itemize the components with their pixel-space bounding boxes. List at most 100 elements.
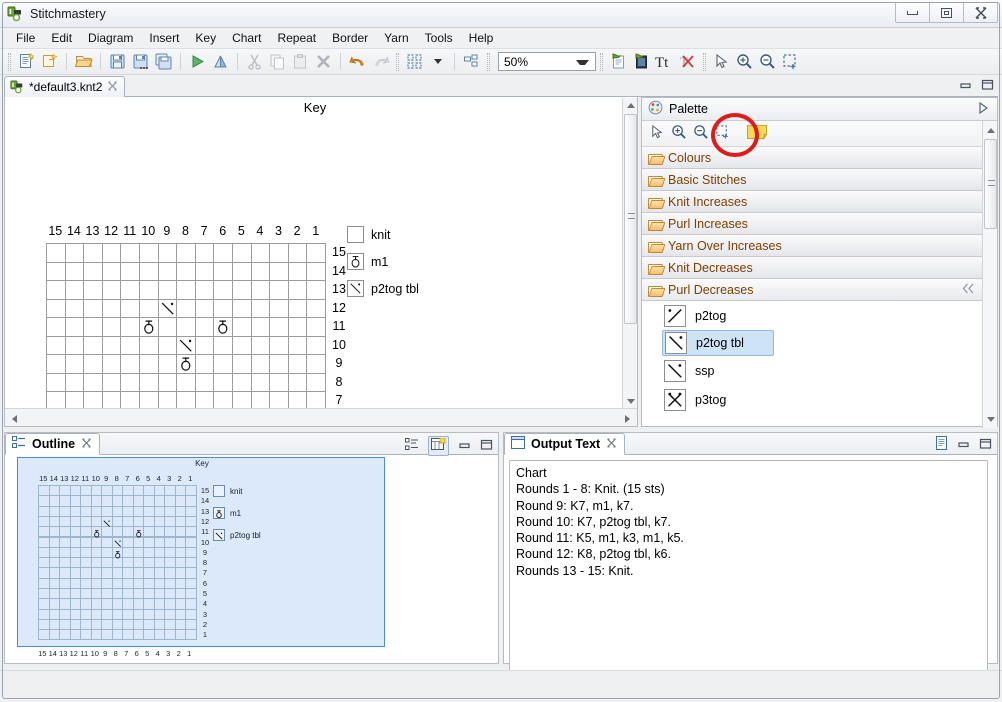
stitch-cell[interactable] [158,243,178,263]
delete-icon[interactable] [313,51,334,72]
menu-item-help[interactable]: Help [461,29,502,47]
tree-view-icon[interactable] [405,438,419,454]
stitch-cell[interactable] [251,262,271,282]
stitch-cell[interactable] [46,336,66,356]
palette-drawer-basic-stitches[interactable]: Basic Stitches [642,169,997,191]
stitch-cell[interactable] [269,336,289,356]
stitch-cell[interactable] [269,262,289,282]
menu-item-chart[interactable]: Chart [224,29,269,47]
scroll-left-icon[interactable] [7,412,21,425]
stitch-cell[interactable] [288,317,308,337]
stitch-cell[interactable] [232,243,252,263]
scroll-up-icon[interactable] [983,123,998,137]
palette-drawer-purl-increases[interactable]: Purl Increases [642,213,997,235]
stitch-cell[interactable] [102,317,122,337]
open-folder-icon[interactable] [73,51,94,72]
stitch-cell[interactable] [158,280,178,300]
scroll-down-icon[interactable] [623,394,638,408]
stitch-cell[interactable] [120,317,140,337]
toolbar-grip[interactable] [487,53,490,71]
run-icon[interactable] [187,51,208,72]
stitch-cell[interactable] [195,243,215,263]
stitch-cell[interactable] [102,262,122,282]
stitch-cell[interactable] [251,317,271,337]
stitch-cell[interactable] [120,262,140,282]
stitch-cell[interactable] [120,280,140,300]
stitch-cell[interactable] [288,336,308,356]
stitch-cell[interactable] [195,262,215,282]
undo-icon[interactable] [347,51,368,72]
stitch-cell[interactable] [213,243,233,263]
minimize-icon[interactable] [957,438,970,452]
stitch-cell[interactable] [120,243,140,263]
stitch-cell[interactable] [83,262,103,282]
stitch-cell[interactable] [102,280,122,300]
palette-entry-ssp[interactable]: ssp [642,356,997,385]
minimize-icon[interactable] [458,439,471,453]
toolbar-grip[interactable] [396,53,399,71]
stitch-cell[interactable] [102,373,122,393]
chart-editor-canvas[interactable]: Key 151413121110987654321151413121110987… [4,97,638,427]
stitch-cell[interactable] [46,317,66,337]
stitch-cell[interactable] [65,299,85,319]
stitch-cell[interactable] [65,336,85,356]
palette-entry-p2tog-tbl[interactable]: p2tog tbl [662,330,774,356]
stitch-cell[interactable] [195,354,215,374]
zoom-in-icon[interactable] [734,51,755,72]
close-button[interactable] [963,2,998,23]
minimize-icon[interactable] [959,79,972,93]
copy-icon[interactable] [267,51,288,72]
editor-tab-default3[interactable]: *default3.knt2 [4,76,125,97]
stitch-cell[interactable] [158,354,178,374]
scroll-up-icon[interactable] [623,98,638,112]
scrollbar-thumb[interactable] [984,139,997,229]
chart-view-icon[interactable] [428,436,449,456]
stitch-cell[interactable] [120,373,140,393]
layout-icon[interactable] [404,51,425,72]
stitch-cell[interactable] [46,373,66,393]
maximize-icon[interactable] [480,439,493,453]
new-document-icon[interactable] [16,51,37,72]
stitch-cell[interactable] [195,280,215,300]
stitch-symbol-p2tog-tbl[interactable] [177,337,196,356]
menu-item-insert[interactable]: Insert [141,29,187,47]
palette-drawer-yarn-over-increases[interactable]: Yarn Over Increases [642,235,997,257]
save-icon[interactable] [107,51,128,72]
editor-horizontal-scrollbar[interactable] [5,408,637,426]
stitch-cell[interactable] [195,336,215,356]
stitch-cell[interactable] [176,317,196,337]
chevron-down-icon[interactable] [576,60,589,65]
stitch-cell[interactable] [251,280,271,300]
stitch-cell[interactable] [195,299,215,319]
stitch-cell[interactable] [158,262,178,282]
stitch-cell[interactable] [232,336,252,356]
stitch-cell[interactable] [251,299,271,319]
stitch-cell[interactable] [288,299,308,319]
stitch-cell[interactable] [139,299,159,319]
stitch-cell[interactable] [306,243,326,263]
close-icon[interactable] [81,437,92,451]
stitch-cell[interactable] [269,373,289,393]
toolbar-grip[interactable] [8,53,11,71]
maximize-icon[interactable] [979,438,992,452]
stitch-cell[interactable] [288,243,308,263]
stitch-cell[interactable] [195,373,215,393]
tab-outline[interactable]: Outline [5,433,100,455]
toolbar-grip[interactable] [703,53,706,71]
stitch-cell[interactable] [102,354,122,374]
stitch-cell[interactable] [269,317,289,337]
stitch-cell[interactable] [158,317,178,337]
stitch-cell[interactable] [139,354,159,374]
menu-item-border[interactable]: Border [324,29,376,47]
menu-item-edit[interactable]: Edit [43,29,80,47]
stitch-cell[interactable] [83,280,103,300]
select-tool-icon[interactable] [649,124,665,143]
scroll-right-icon[interactable] [620,412,634,425]
stitch-cell[interactable] [213,262,233,282]
stitch-cell[interactable] [102,243,122,263]
stitch-cell[interactable] [102,299,122,319]
stitch-cell[interactable] [83,317,103,337]
stitch-cell[interactable] [288,280,308,300]
zoom-in-icon[interactable] [671,124,687,143]
stitch-cell[interactable] [46,243,66,263]
